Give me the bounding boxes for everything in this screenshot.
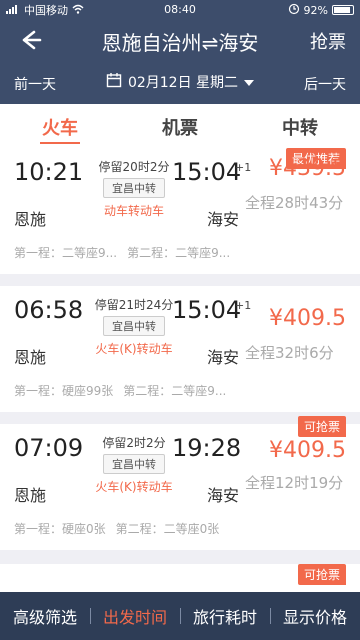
sort-depart-time-button[interactable]: 出发时间 <box>90 604 180 628</box>
next-day-mark: +1 <box>235 299 252 312</box>
tab-transfer[interactable]: 中转 <box>240 104 360 148</box>
depart-station: 恩施 <box>14 348 47 367</box>
mode-tabs: 火车 机票 中转 <box>0 104 360 148</box>
stay-duration: 停留20时2分 <box>98 160 170 174</box>
calendar-icon <box>106 72 122 92</box>
stay-duration: 停留2时2分 <box>102 436 166 450</box>
page-title: 恩施自治州⇌海安 <box>101 31 259 55</box>
total-duration: 全程12时19分 <box>245 474 344 492</box>
grab-ticket-button[interactable]: 抢票 <box>310 28 346 54</box>
next-day-mark: +1 <box>235 161 252 174</box>
sort-travel-time-button[interactable]: 旅行耗时 <box>180 604 270 628</box>
transfer-station: 宜昌中转 <box>103 178 165 198</box>
header: 中国移动 08:40 92% 恩施自治州⇌海安 抢票 前一天 02月12日 星期… <box>0 0 360 104</box>
tab-flight[interactable]: 机票 <box>120 104 240 148</box>
tab-train[interactable]: 火车 <box>0 104 120 148</box>
date-label: 02月12日 星期二 <box>127 75 239 91</box>
seat-info-leg2: 第二程：二等座9... <box>127 246 231 260</box>
caret-down-icon <box>244 74 255 90</box>
next-day-button[interactable]: 后一天 <box>304 74 346 94</box>
arrive-time: 15:04 <box>172 296 242 324</box>
price: ¥409.5 <box>269 438 346 463</box>
arrive-station: 海安 <box>207 210 240 229</box>
seat-info-leg1: 第一程：硬座99张 <box>14 384 114 398</box>
transfer-station: 宜昌中转 <box>103 454 165 474</box>
total-duration: 全程32时6分 <box>245 344 334 362</box>
stay-duration: 停留21时24分 <box>94 298 174 312</box>
total-duration: 全程28时43分 <box>245 194 344 212</box>
status-bar: 中国移动 08:40 92% <box>0 0 360 20</box>
depart-station: 恩施 <box>14 486 47 505</box>
depart-station: 恩施 <box>14 210 47 229</box>
battery-icon <box>332 5 354 15</box>
bottom-filter-bar: 高级筛选 出发时间 旅行耗时 显示价格 <box>0 592 360 640</box>
grab-badge: 可抢票 <box>297 416 346 437</box>
transfer-station: 宜昌中转 <box>103 316 165 336</box>
advanced-filter-button[interactable]: 高级筛选 <box>0 604 90 628</box>
route-card-partial[interactable]: 可抢票 <box>0 564 360 592</box>
route-card[interactable]: 可抢票 07:09 停留2时2分 宜昌中转 火车(K)转动车 19:28 ¥40… <box>0 416 360 550</box>
seat-info-leg2: 第二程：二等座9... <box>123 384 227 398</box>
arrive-time: 19:28 <box>172 434 242 462</box>
grab-badge: 可抢票 <box>297 564 346 585</box>
train-mode: 动车转动车 <box>103 204 164 218</box>
arrive-station: 海安 <box>207 486 240 505</box>
depart-time: 06:58 <box>14 296 84 324</box>
route-card[interactable]: 06:58 停留21时24分 宜昌中转 火车(K)转动车 15:04 +1 ¥4… <box>0 286 360 412</box>
status-time: 08:40 <box>164 3 196 16</box>
price: ¥409.5 <box>269 306 346 331</box>
arrive-station: 海安 <box>207 348 240 367</box>
train-mode: 火车(K)转动车 <box>95 342 173 356</box>
seat-info-leg1: 第一程：硬座0张 <box>14 522 106 536</box>
seat-info-leg1: 第一程：二等座9... <box>14 246 118 260</box>
depart-time: 10:21 <box>14 158 84 186</box>
show-price-button[interactable]: 显示价格 <box>270 604 360 628</box>
seat-info-leg2: 第二程：二等座0张 <box>115 522 220 536</box>
depart-time: 07:09 <box>14 434 84 462</box>
route-card[interactable]: 最优推荐 10:21 停留20时2分 宜昌中转 动车转动车 15:04 +1 ¥… <box>0 148 360 274</box>
arrive-time: 15:04 <box>172 158 242 186</box>
train-mode: 火车(K)转动车 <box>95 480 173 494</box>
price: ¥439.5 <box>269 156 346 181</box>
